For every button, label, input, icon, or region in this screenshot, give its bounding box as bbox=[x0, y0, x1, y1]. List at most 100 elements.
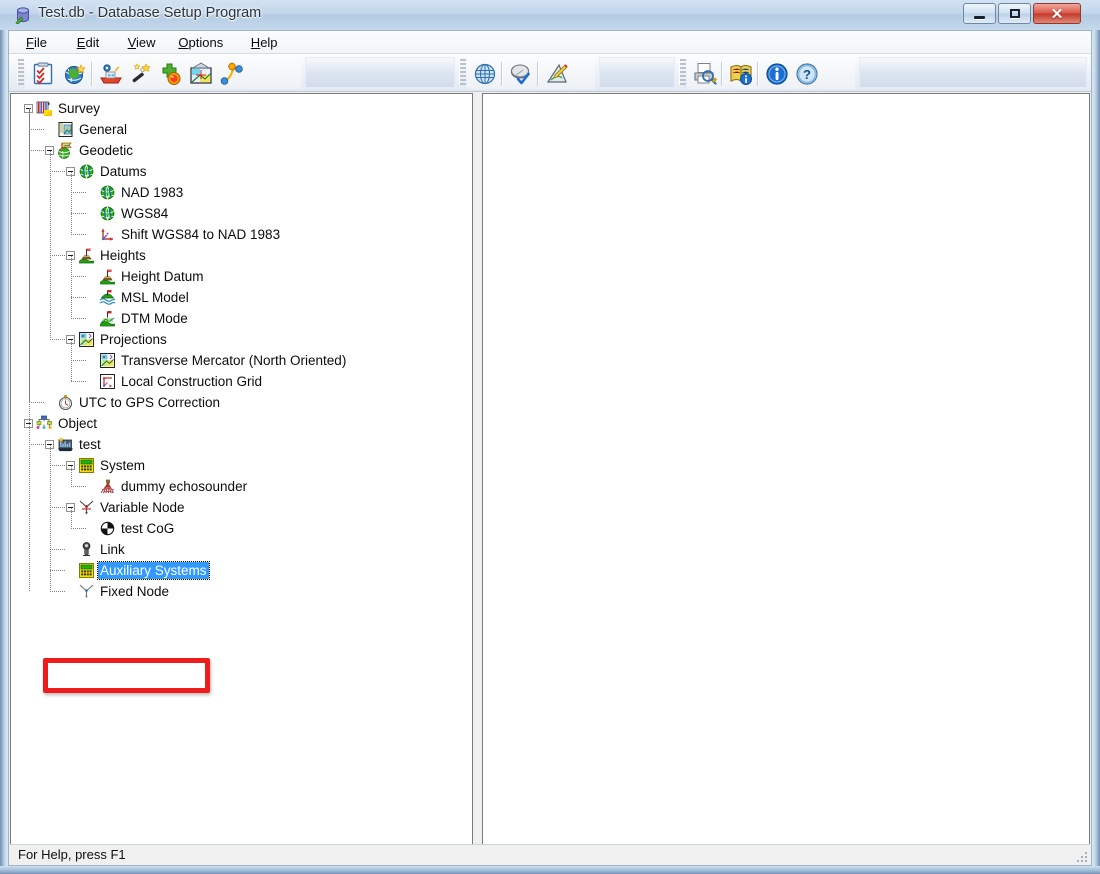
tree-item-label: dummy echosounder bbox=[121, 479, 248, 494]
tree-connector bbox=[71, 318, 86, 319]
toolbar-button-verify[interactable] bbox=[507, 61, 535, 87]
tree-rail bbox=[71, 508, 72, 528]
toolbar-separator bbox=[721, 62, 723, 86]
toolbar-gripper-3[interactable] bbox=[679, 59, 686, 85]
toolbar-button-reference[interactable] bbox=[727, 61, 755, 87]
tree-rail bbox=[71, 172, 72, 234]
tree-item-system[interactable]: System bbox=[11, 455, 472, 476]
close-icon: ✕ bbox=[1050, 5, 1064, 23]
toolbar-button-geodetic-wizard[interactable] bbox=[61, 61, 89, 87]
menu-item-help[interactable]: Help bbox=[244, 34, 285, 51]
tree-item-label: Survey bbox=[58, 101, 101, 116]
tree-connector bbox=[29, 129, 44, 130]
toolbar[interactable]: ? bbox=[9, 54, 1091, 92]
toolbar-button-link-nodes[interactable] bbox=[217, 61, 245, 87]
local-grid-icon bbox=[99, 373, 116, 390]
height-datum-icon: H bbox=[99, 268, 116, 285]
toolbar-button-vessel[interactable] bbox=[97, 61, 125, 87]
toolbar-button-geodetics[interactable] bbox=[471, 61, 499, 87]
tree-item-label: Fixed Node bbox=[100, 584, 170, 599]
close-button[interactable]: ✕ bbox=[1033, 3, 1081, 24]
toolbar-gripper-2[interactable] bbox=[459, 59, 466, 85]
tree-rail bbox=[50, 445, 51, 591]
detail-pane[interactable] bbox=[482, 93, 1090, 845]
toolbar-button-help[interactable]: ? bbox=[793, 61, 821, 87]
toolbar-button-wizard[interactable] bbox=[127, 61, 155, 87]
tree-connector bbox=[50, 171, 65, 172]
tree-connector bbox=[50, 549, 65, 550]
variable-node-icon bbox=[78, 499, 95, 516]
setup-tree[interactable]: Survey General Geodetic Datums NAD 1983 WGS84… bbox=[11, 94, 472, 844]
tree-rail-root bbox=[29, 108, 30, 591]
menu-item-view[interactable]: View bbox=[121, 34, 163, 51]
fixed-node-icon bbox=[78, 583, 95, 600]
tree-item-link[interactable]: Link bbox=[11, 539, 472, 560]
menu-item-edit[interactable]: Edit bbox=[70, 34, 106, 51]
tree-item-general[interactable]: General bbox=[11, 119, 472, 140]
tree-item-object[interactable]: Object bbox=[11, 413, 472, 434]
toolbar-empty-area-2 bbox=[599, 57, 675, 88]
tree-item-survey[interactable]: Survey bbox=[11, 98, 472, 119]
toolbar-separator bbox=[537, 62, 539, 86]
geodetic-globe-icon bbox=[57, 142, 74, 159]
general-notepad-icon bbox=[57, 121, 74, 138]
toolbar-button-survey-settings[interactable] bbox=[29, 61, 57, 87]
tree-item-utc-to-gps-correction[interactable]: UTC to GPS Correction bbox=[11, 392, 472, 413]
projection-grid-icon bbox=[78, 331, 95, 348]
pane-splitter[interactable] bbox=[473, 93, 482, 845]
datum-globe-icon bbox=[99, 184, 116, 201]
toolbar-gripper-1[interactable] bbox=[17, 59, 24, 85]
tree-item-datums[interactable]: Datums bbox=[11, 161, 472, 182]
menu-item-options[interactable]: Options bbox=[171, 34, 230, 51]
svg-text:H: H bbox=[88, 248, 90, 252]
tree-item-geodetic[interactable]: Geodetic bbox=[11, 140, 472, 161]
tree-pane[interactable]: Survey General Geodetic Datums NAD 1983 WGS84… bbox=[10, 93, 473, 845]
msl-model-icon bbox=[99, 289, 116, 306]
tree-item-fixed-node[interactable]: Fixed Node bbox=[11, 581, 472, 602]
tree-connector bbox=[29, 402, 44, 403]
tree-connector bbox=[71, 276, 86, 277]
menu-bar[interactable]: File Edit View Options Help bbox=[9, 31, 1091, 54]
toolbar-button-projection[interactable] bbox=[187, 61, 215, 87]
tree-connector bbox=[50, 465, 65, 466]
maximize-button[interactable] bbox=[998, 3, 1031, 24]
window-frame-left bbox=[0, 0, 8, 874]
object-network-icon bbox=[36, 415, 53, 432]
toolbar-group-edit bbox=[25, 56, 301, 89]
tree-rail bbox=[71, 340, 72, 381]
tree-item-label: DTM Mode bbox=[121, 311, 188, 326]
tree-item-label: UTC to GPS Correction bbox=[79, 395, 221, 410]
svg-text:?: ? bbox=[803, 67, 811, 82]
tree-rail bbox=[71, 466, 72, 486]
status-message: For Help, press F1 bbox=[18, 847, 126, 862]
toolbar-button-add-node[interactable] bbox=[157, 61, 185, 87]
toolbar-separator bbox=[91, 62, 93, 86]
menu-item-file[interactable]: File bbox=[19, 34, 54, 51]
tree-item-test[interactable]: test bbox=[11, 434, 472, 455]
shift-axes-icon bbox=[99, 226, 116, 243]
projection-grid-icon bbox=[99, 352, 116, 369]
database-cylinder-icon[interactable] bbox=[14, 7, 32, 25]
svg-text:H: H bbox=[109, 269, 111, 273]
minimize-button[interactable] bbox=[963, 3, 996, 24]
datum-globe-icon bbox=[78, 163, 95, 180]
tree-item-label: Geodetic bbox=[79, 143, 134, 158]
height-datum-icon: H bbox=[78, 247, 95, 264]
tree-connector bbox=[71, 234, 86, 235]
toolbar-button-measure[interactable] bbox=[543, 61, 571, 87]
tree-item-heights[interactable]: H Heights bbox=[11, 245, 472, 266]
toolbar-button-print-preview[interactable] bbox=[691, 61, 719, 87]
tree-item-auxiliary-systems[interactable]: Auxiliary Systems bbox=[11, 560, 472, 581]
minimize-icon bbox=[964, 4, 995, 23]
tree-rail bbox=[71, 256, 72, 318]
tree-item-projections[interactable]: Projections bbox=[11, 329, 472, 350]
window-frame-right bbox=[1092, 0, 1100, 874]
vessel-chart-icon bbox=[57, 436, 74, 453]
resize-grip[interactable] bbox=[1074, 849, 1088, 863]
window-title: Test.db - Database Setup Program bbox=[38, 5, 262, 21]
tree-item-variable-node[interactable]: Variable Node bbox=[11, 497, 472, 518]
tree-connector bbox=[71, 192, 86, 193]
toolbar-button-about[interactable] bbox=[763, 61, 791, 87]
tree-connector bbox=[29, 444, 44, 445]
title-bar[interactable]: Test.db - Database Setup Program ✕ bbox=[0, 0, 1100, 30]
